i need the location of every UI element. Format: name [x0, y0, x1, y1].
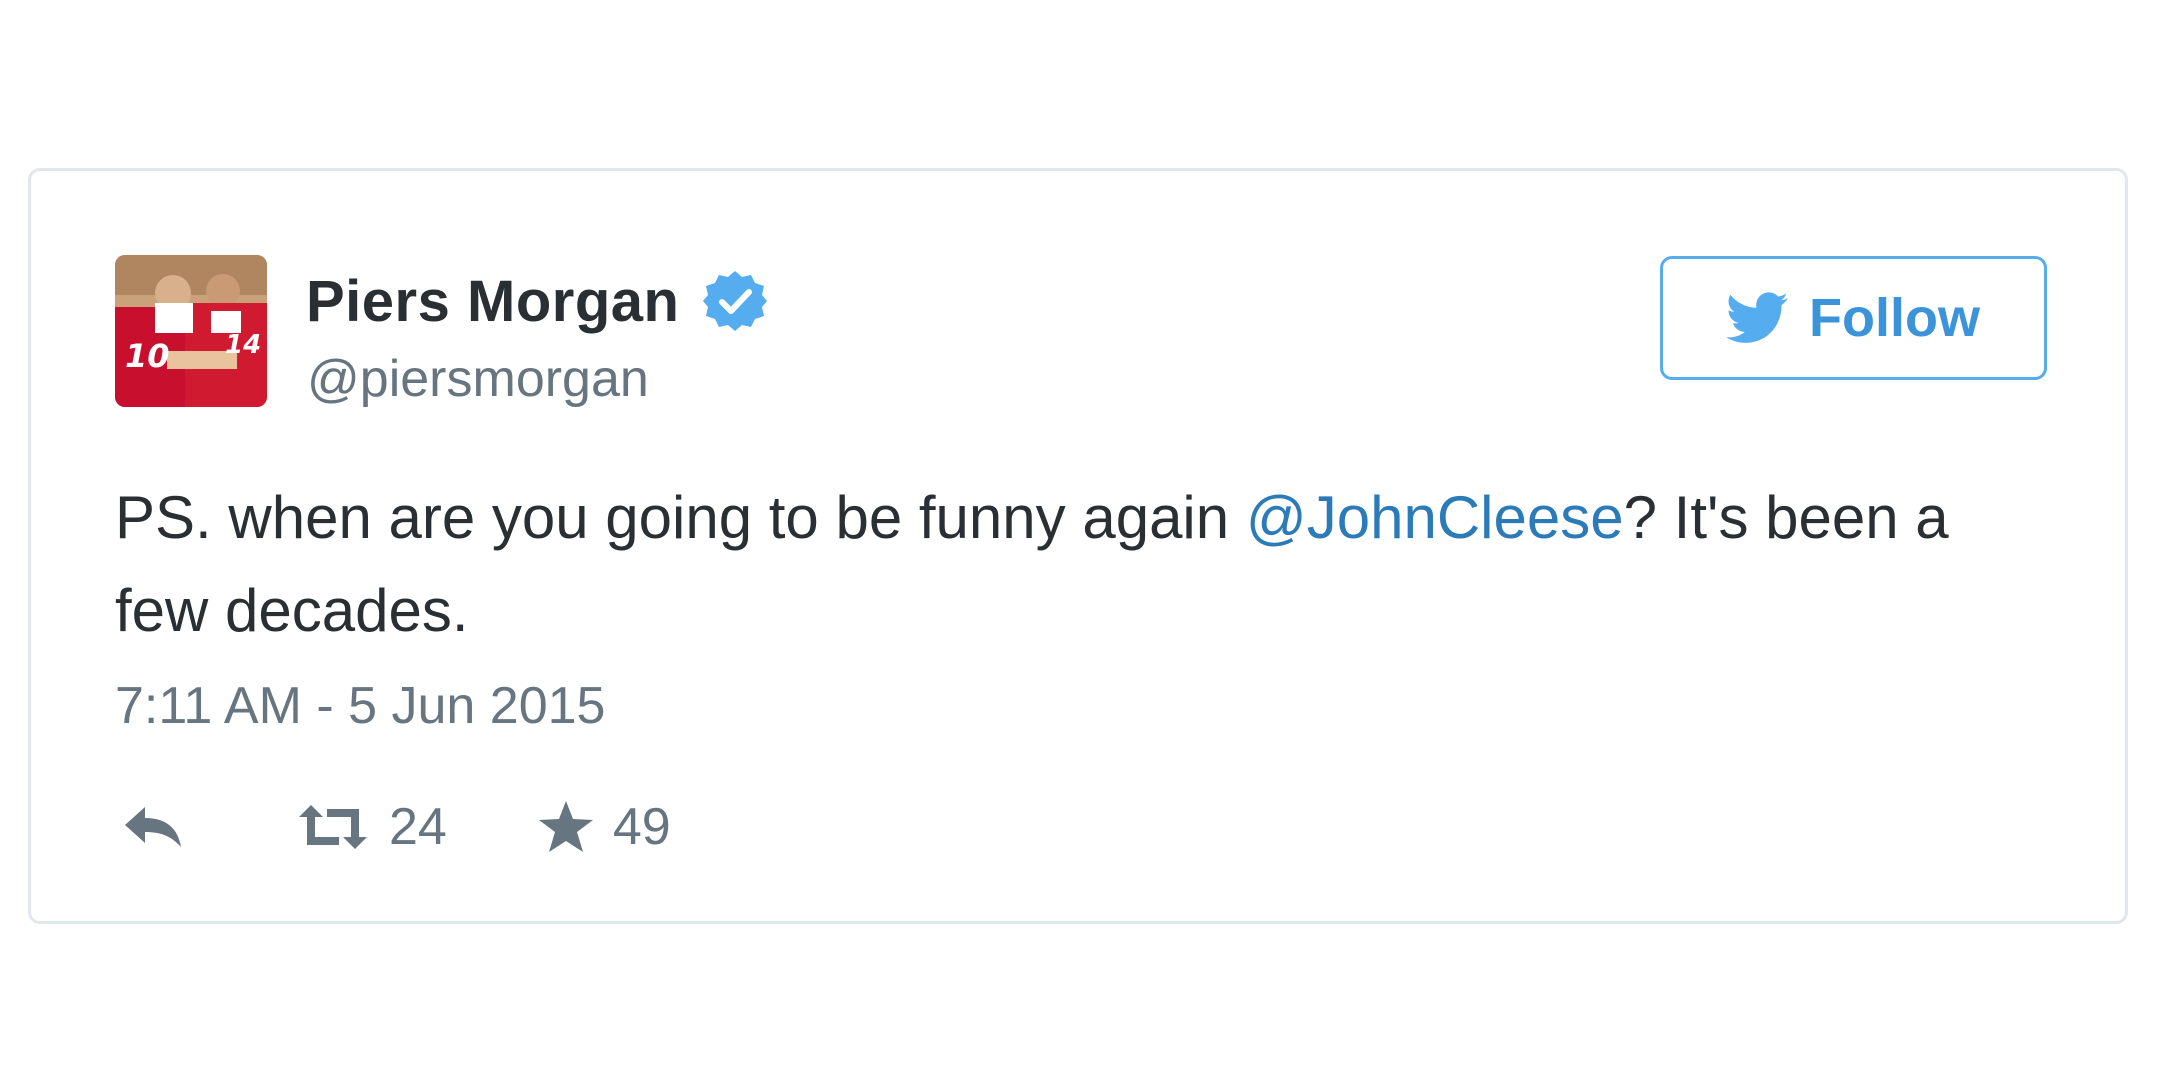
avatar-image: 10 14 [115, 255, 267, 407]
avatar[interactable]: 10 14 [115, 255, 267, 407]
display-name-row: Piers Morgan [306, 263, 768, 339]
retweet-button[interactable]: 24 [295, 797, 447, 857]
timestamp[interactable]: 7:11 AM - 5 Jun 2015 [115, 676, 605, 736]
reply-icon [121, 805, 185, 849]
tweet-actions: 24 49 [121, 791, 671, 863]
follow-button[interactable]: Follow [1660, 256, 2047, 380]
retweet-icon [295, 803, 371, 851]
tweet-card: 10 14 Piers Morgan @piersmorgan Follow P… [28, 168, 2128, 924]
reply-button[interactable] [121, 805, 185, 849]
page: 10 14 Piers Morgan @piersmorgan Follow P… [0, 0, 2160, 1080]
follow-label: Follow [1809, 288, 1980, 348]
display-name[interactable]: Piers Morgan [306, 268, 679, 335]
screen-name[interactable]: @piersmorgan [307, 349, 649, 409]
mention-link[interactable]: @JohnCleese [1246, 484, 1624, 551]
avatar-number-14: 14 [225, 330, 261, 360]
retweet-count: 24 [389, 798, 447, 856]
verified-badge-icon [703, 269, 768, 333]
twitter-bird-icon [1727, 292, 1789, 344]
star-icon [537, 799, 595, 855]
tweet-text: PS. when are you going to be funny again… [115, 471, 1995, 657]
tweet-text-part-1: PS. when are you going to be funny again [115, 484, 1246, 551]
favorite-count: 49 [612, 798, 671, 856]
avatar-number-10: 10 [125, 337, 170, 375]
favorite-button[interactable]: 49 [537, 797, 671, 857]
